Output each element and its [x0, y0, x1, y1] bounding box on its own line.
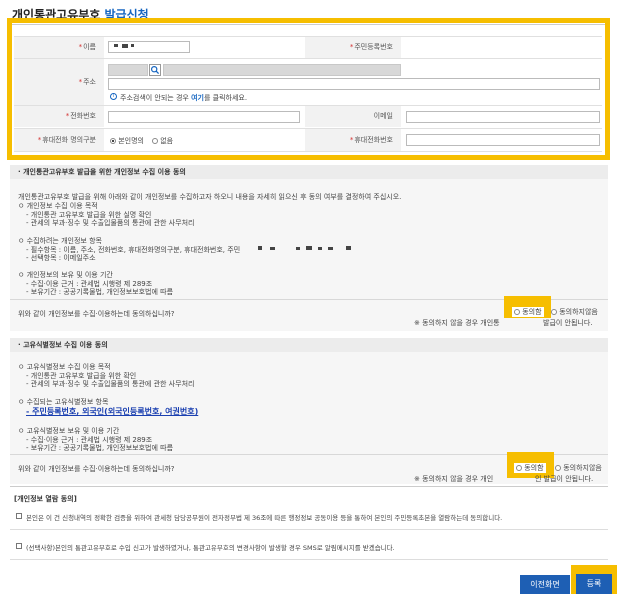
- highlight-box: [7, 18, 610, 160]
- privacy-agree-radio[interactable]: [514, 309, 520, 315]
- masked-text: [258, 246, 262, 250]
- submit-button[interactable]: 등록: [576, 574, 612, 594]
- unique-section-title: · 고유식별정보 수집 이용 동의: [10, 338, 608, 352]
- view-consent-checkbox[interactable]: [16, 513, 22, 519]
- privacy-question: 위와 같이 개인정보를 수집·이용하는데 동의하십니까?: [18, 310, 175, 318]
- unique-disagree-option[interactable]: 동의하지않음: [555, 463, 602, 473]
- sms-consent-text: (선택사항)본인의 통관고유부호로 수입 신고가 발생하였거나, 통관고유부호의…: [26, 544, 395, 552]
- privacy-agree-option[interactable]: 동의함: [512, 307, 544, 317]
- unique-purpose-2: - 관세의 부과·징수 및 수출입물품의 통관에 관한 사무처리: [26, 380, 195, 388]
- unique-question: 위와 같이 개인정보를 수집·이용하는데 동의하십니까?: [18, 465, 175, 473]
- section-divider: [10, 559, 608, 560]
- section-divider: [10, 529, 608, 530]
- masked-text: [328, 247, 333, 250]
- unique-disagree-radio[interactable]: [555, 465, 561, 471]
- unique-note-left: ※ 동의하지 않을 경우 개인: [414, 475, 494, 483]
- privacy-purpose-2: - 관세의 부과·징수 및 수출입물품의 통관에 관한 사무처리: [26, 219, 195, 227]
- masked-text: [346, 246, 351, 250]
- unique-agree-radio[interactable]: [516, 465, 522, 471]
- privacy-items-2: - 선택항목 : 이메일주소: [26, 254, 96, 262]
- privacy-section-title: · 개인통관고유부호 발급을 위한 개인정보 수집 이용 동의: [10, 165, 608, 179]
- prev-button[interactable]: 이전화면: [520, 575, 570, 594]
- masked-text: [318, 247, 322, 250]
- unique-retention-2: - 보유기간 : 공공기록물법, 개인정보보호법에 따름: [26, 444, 174, 452]
- section-divider: [10, 486, 608, 487]
- privacy-note-right: 발급이 안됩니다.: [543, 319, 593, 327]
- view-consent-title: [개인정보 열람 동의]: [14, 495, 77, 503]
- privacy-retention-2: - 보유기간 : 공공기록물법, 개인정보보호법에 따름: [26, 288, 174, 296]
- privacy-disagree-radio[interactable]: [551, 309, 557, 315]
- masked-text: [296, 247, 300, 250]
- view-consent-text: 본인은 이 건 신청내역의 정확한 검증을 위하여 관세청 담당공무원이 전자정…: [26, 514, 503, 522]
- unique-items-1: - 주민등록번호, 외국인(외국인등록번호, 여권번호): [26, 407, 199, 416]
- masked-text: [306, 246, 312, 250]
- unique-agree-option[interactable]: 동의함: [514, 463, 546, 473]
- privacy-disagree-option[interactable]: 동의하지않음: [551, 307, 598, 317]
- privacy-note-left: ※ 동의하지 않을 경우 개인통: [414, 319, 500, 327]
- masked-text: [270, 247, 275, 250]
- unique-note-right: 인 발급이 안됩니다.: [535, 475, 594, 483]
- sms-consent-checkbox[interactable]: [16, 543, 22, 549]
